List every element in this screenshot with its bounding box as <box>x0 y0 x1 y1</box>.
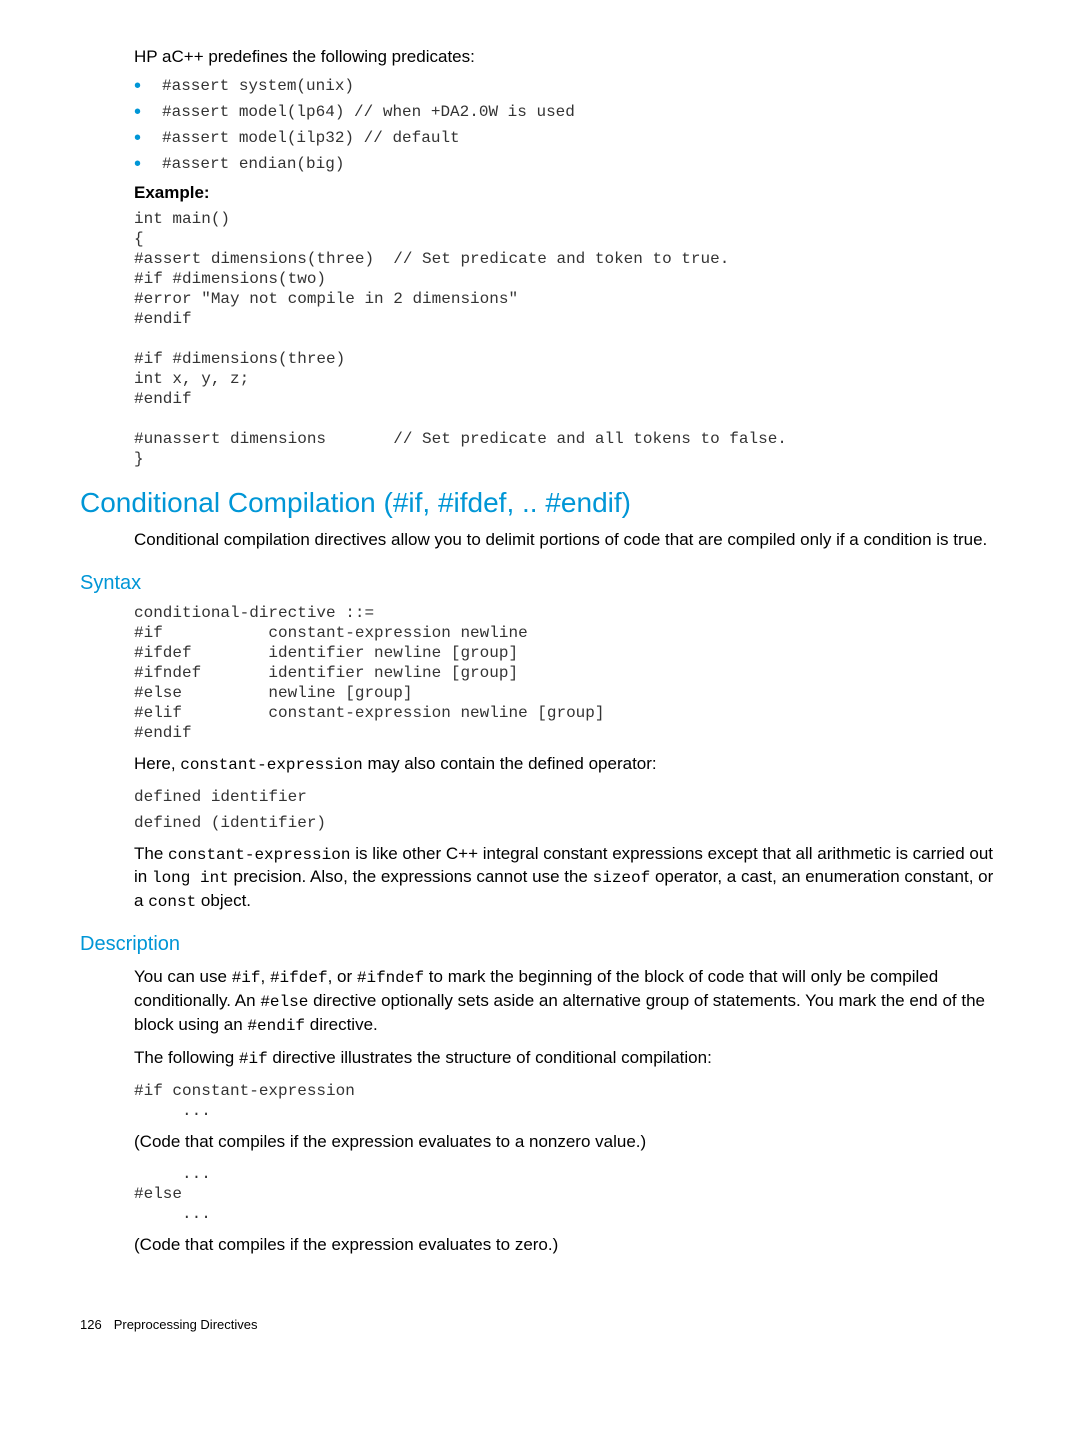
code-inline: #else <box>260 993 308 1011</box>
intro-text: HP aC++ predefines the following predica… <box>134 47 1000 67</box>
description-heading: Description <box>80 933 1000 956</box>
section-intro: Conditional compilation directives allow… <box>134 529 1000 552</box>
page-number: 126 <box>80 1317 102 1332</box>
list-item: #assert endian(big) <box>134 155 1000 173</box>
text: The <box>134 844 168 863</box>
syntax-block: conditional-directive ::= #if constant-e… <box>134 603 1000 743</box>
syntax-note: Here, constant-expression may also conta… <box>134 753 1000 777</box>
text: directive illustrates the structure of c… <box>268 1048 712 1067</box>
code-inline: #ifndef <box>357 969 424 987</box>
list-item: #assert model(lp64) // when +DA2.0W is u… <box>134 103 1000 121</box>
text: object. <box>196 891 251 910</box>
text: , <box>261 967 270 986</box>
paren-note-2: (Code that compiles if the expression ev… <box>134 1234 1000 1257</box>
code-inline: constant-expression <box>168 846 350 864</box>
code-inline: #ifdef <box>270 969 328 987</box>
predefine-code: #assert endian(big) <box>162 155 344 173</box>
else-code-block: ... #else ... <box>134 1164 1000 1224</box>
syntax-heading: Syntax <box>80 572 1000 595</box>
predefine-code: #assert system(unix) <box>162 77 354 95</box>
if-code-block: #if constant-expression ... <box>134 1081 1000 1121</box>
text: The following <box>134 1048 239 1067</box>
code-inline: sizeof <box>593 869 651 887</box>
description-para-2: The following #if directive illustrates … <box>134 1047 1000 1071</box>
predefine-code: #assert model(ilp32) // default <box>162 129 460 147</box>
code-inline: #endif <box>247 1017 305 1035</box>
list-item: #assert system(unix) <box>134 77 1000 95</box>
defined-block-2: defined (identifier) <box>134 813 1000 833</box>
code-inline: const <box>148 893 196 911</box>
paren-note-1: (Code that compiles if the expression ev… <box>134 1131 1000 1154</box>
text: may also contain the defined operator: <box>363 754 657 773</box>
text: precision. Also, the expressions cannot … <box>229 867 593 886</box>
text: directive. <box>305 1015 378 1034</box>
code-inline: #if <box>239 1050 268 1068</box>
example-heading: Example: <box>134 183 1000 203</box>
defined-block-1: defined identifier <box>134 787 1000 807</box>
predefines-list: #assert system(unix) #assert model(lp64)… <box>134 77 1000 173</box>
example-code-block: int main() { #assert dimensions(three) /… <box>134 209 1000 469</box>
text: You can use <box>134 967 232 986</box>
list-item: #assert model(ilp32) // default <box>134 129 1000 147</box>
section-title: Conditional Compilation (#if, #ifdef, ..… <box>80 487 1000 519</box>
predefine-code: #assert model(lp64) // when +DA2.0W is u… <box>162 103 575 121</box>
constant-expression-para: The constant-expression is like other C+… <box>134 843 1000 914</box>
text: , or <box>328 967 357 986</box>
code-inline: #if <box>232 969 261 987</box>
text: Here, <box>134 754 180 773</box>
footer-text: Preprocessing Directives <box>114 1317 258 1332</box>
code-inline: long int <box>152 869 229 887</box>
description-para-1: You can use #if, #ifdef, or #ifndef to m… <box>134 966 1000 1037</box>
code-inline: constant-expression <box>180 756 362 774</box>
